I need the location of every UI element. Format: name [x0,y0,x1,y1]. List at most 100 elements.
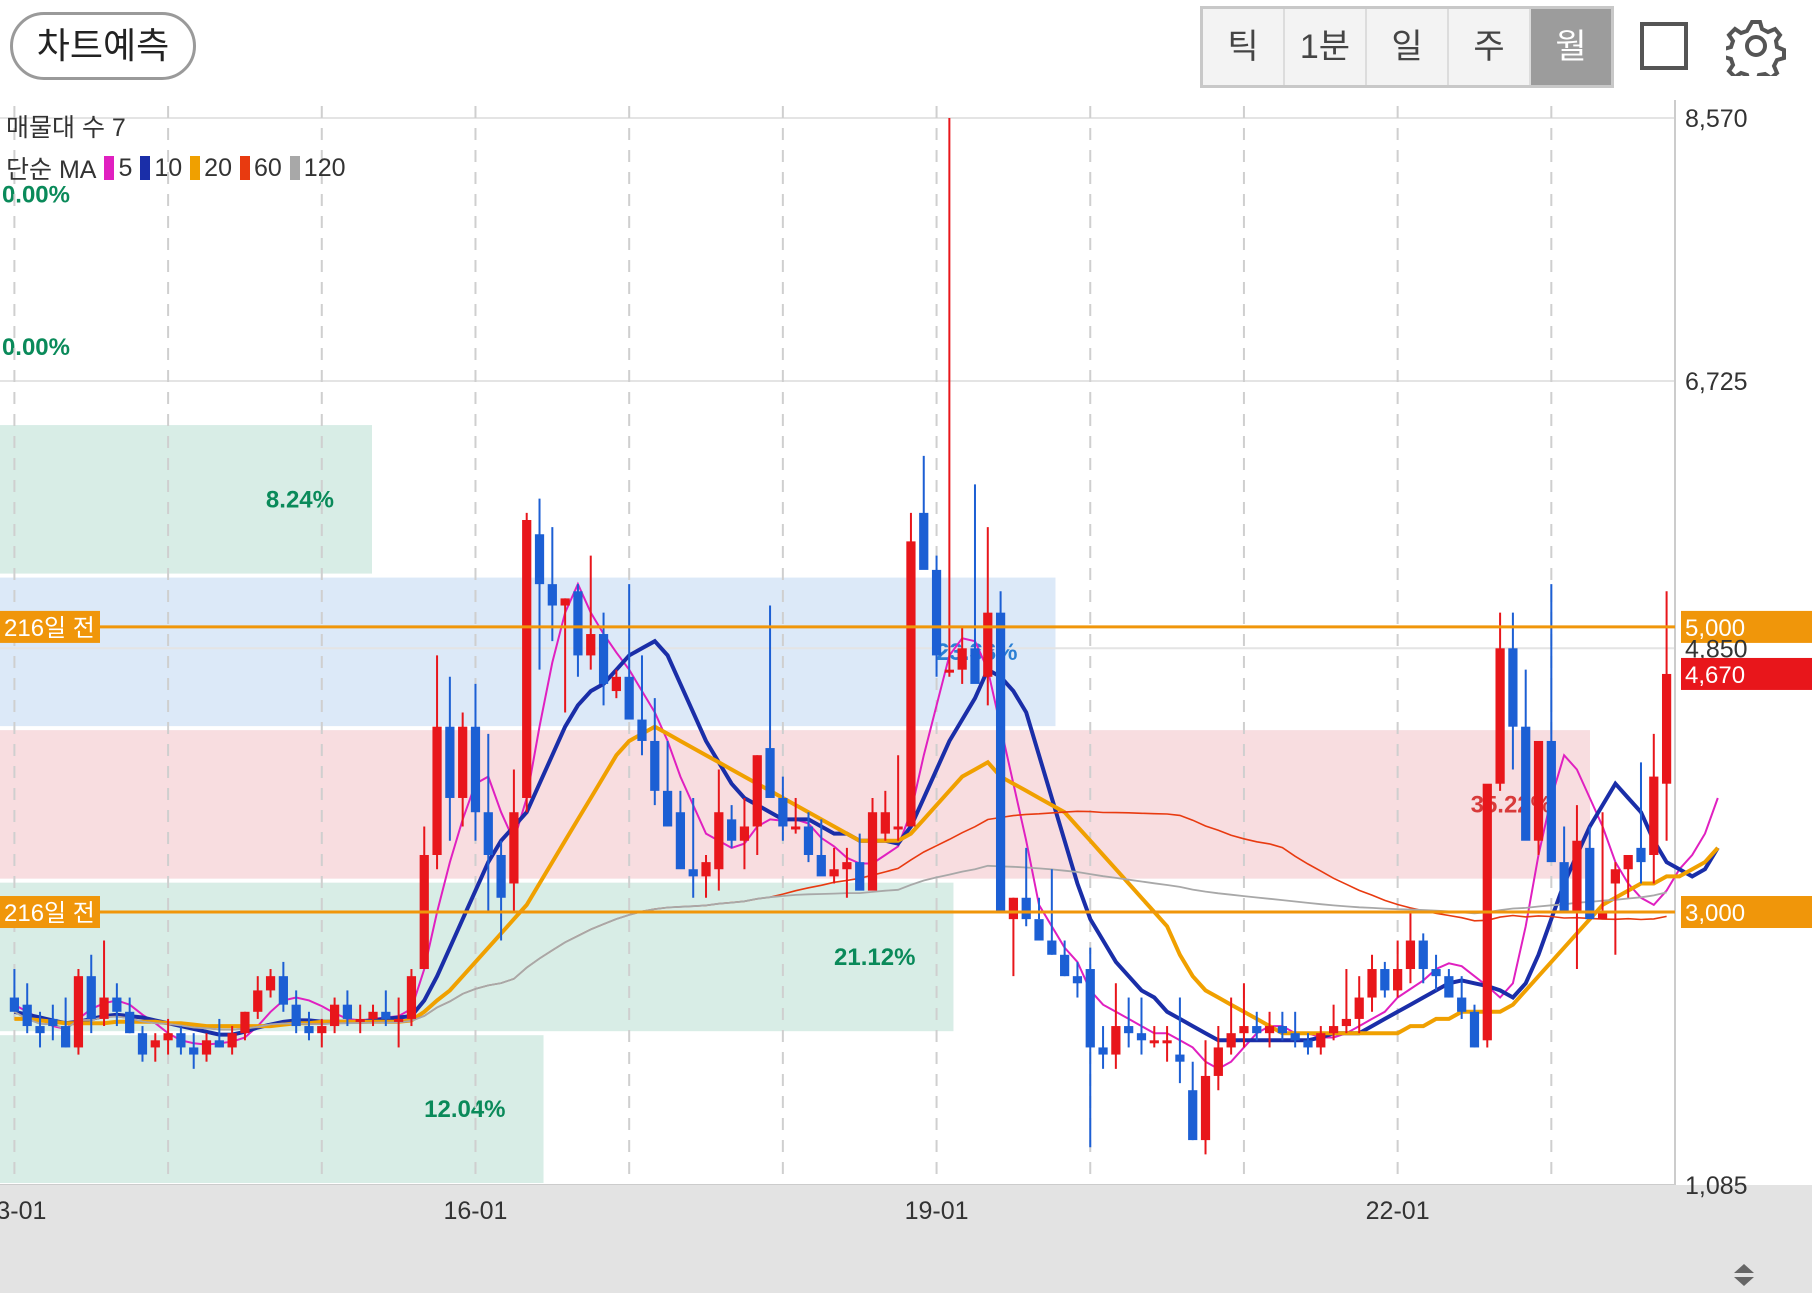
candle-body [1610,869,1620,884]
ma-period-120: 120 [303,153,346,182]
candle-body [1533,740,1544,841]
volume-profile-bar [0,882,954,1032]
candlestick-chart[interactable]: 12.04%21.12%35.22%23.38%8.24%0.00%0.00%2… [0,100,1812,1293]
candle-body [342,1004,353,1019]
candle-body [522,519,532,798]
candle-body [1380,969,1390,991]
candle-body [35,1026,45,1034]
tab-tick[interactable]: 틱 [1203,9,1285,85]
candle-body [1008,897,1019,920]
y-tick-label: 1,085 [1685,1172,1748,1200]
tab-1min[interactable]: 1분 [1285,9,1367,85]
candle-body [291,1004,301,1027]
x-tick-label: 13-01 [0,1197,46,1225]
candle-body [253,990,263,1012]
candle-body [304,1026,314,1034]
candle-body [1495,648,1505,784]
candle-body [816,854,826,877]
candle-body [1508,648,1518,727]
candle-body [1175,1054,1185,1062]
candle-body [791,826,801,830]
current-price-label: 4,670 [1685,662,1745,689]
candle-body [317,1026,327,1034]
candle-body [727,819,737,841]
candle-body [893,826,903,830]
candle-body [61,1026,71,1048]
candle-body [739,826,750,841]
candle-body [1457,997,1467,1012]
ma-type-label: 단순 MA [6,156,97,184]
candle-body [406,976,417,1019]
candle-body [201,1040,212,1055]
candle-body [778,797,788,827]
candle-body [22,1004,32,1027]
volume-profile-label: 매물대 수 7 [6,114,126,142]
y-tick-label: 8,570 [1685,105,1748,133]
square-icon[interactable] [1640,22,1688,70]
candle-body [394,1018,404,1022]
chart-area[interactable]: 12.04%21.12%35.22%23.38%8.24%0.00%0.00%2… [0,100,1812,1293]
candle-body [547,584,557,606]
candle-body [995,612,1006,913]
candle-body [1200,1075,1211,1141]
candle-body [1239,1026,1249,1034]
candle-body [675,812,686,870]
candle-body [125,1011,135,1034]
candle-body [1431,969,1441,977]
candle-body [1316,1033,1326,1048]
ma-swatch-60 [239,156,250,180]
candle-body [432,726,442,855]
candle-body [1393,969,1403,991]
candle-body [598,634,609,684]
ma-period-20: 20 [204,153,232,182]
candle-body [214,1040,224,1048]
candle-body [329,1004,340,1027]
candle-body [1162,1040,1172,1044]
candle-body [1623,854,1633,870]
ma-legend: 단순 MA 5 10 20 60 120 [6,150,346,186]
period-tabs: 틱 1분 일 주 월 [1200,6,1614,88]
candle-body [150,1040,160,1048]
candle-body [1444,976,1454,998]
candle-body [483,812,493,855]
candle-body [1290,1033,1300,1041]
candle-body [278,976,288,1005]
candle-body [1264,1026,1275,1034]
candle-body [1469,1011,1480,1048]
tab-month[interactable]: 월 [1531,9,1611,85]
candle-body [163,1033,173,1041]
candle-body [919,512,929,570]
candle-body [842,862,852,870]
candle-body [970,648,980,684]
chart-predict-button[interactable]: 차트예측 [10,12,196,80]
tab-day[interactable]: 일 [1367,9,1449,85]
candle-body [99,997,109,1019]
tab-week[interactable]: 주 [1449,9,1531,85]
candle-body [650,740,660,791]
volume-profile-percent: 21.12% [834,944,915,971]
candle-body [368,1011,378,1019]
candle-body [9,997,20,1012]
candle-body [803,826,814,855]
candle-body [1354,997,1364,1019]
candle-body [829,869,839,877]
candle-body [611,676,621,692]
resize-handle-icon[interactable] [1730,1262,1758,1288]
ma-swatch-20 [190,156,201,180]
candle-body [714,812,724,870]
candle-body [1418,940,1428,970]
candle-body [624,676,634,720]
candle-body [1021,897,1031,920]
candle-body [1136,1033,1147,1041]
candle-body [637,719,647,741]
candle-body [662,790,673,827]
candle-body [381,1011,391,1019]
volume-profile-percent: 0.00% [2,334,70,361]
candle-body [176,1033,186,1048]
ma-period-60: 60 [253,153,282,182]
candle-body [86,976,96,1019]
gear-icon[interactable] [1726,16,1786,76]
candle-body [906,541,916,827]
candle-body [227,1033,237,1048]
candle-body [1252,1026,1262,1034]
